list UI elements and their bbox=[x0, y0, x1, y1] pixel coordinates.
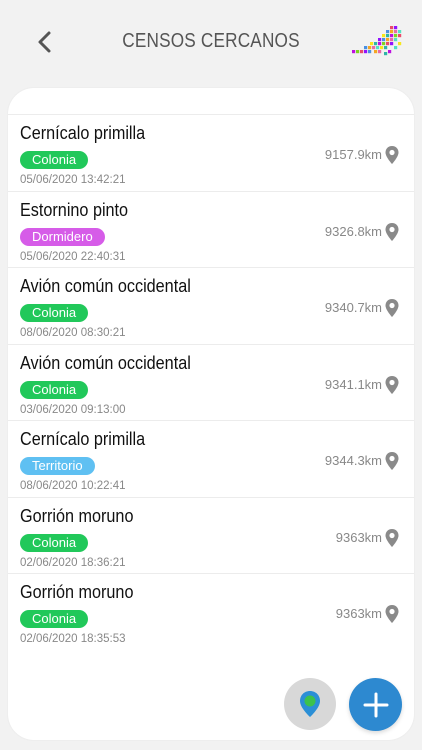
map-pin-icon bbox=[300, 691, 320, 717]
species-name: Avión común occidental bbox=[20, 352, 191, 373]
header: CENSOS CERCANOS bbox=[0, 0, 422, 86]
census-type-badge: Colonia bbox=[20, 304, 89, 322]
census-row[interactable]: Avión común occidental Colonia 03/06/2020 … bbox=[8, 343, 414, 421]
census-list-card: Cernícalo primilla Colonia 05/06/2020 13:4… bbox=[8, 88, 414, 740]
census-date: 08/06/2020 10:22:41 bbox=[20, 480, 126, 492]
canary-islands-mosaic-logo bbox=[352, 26, 402, 56]
census-date: 03/06/2020 09:13:00 bbox=[20, 403, 126, 416]
census-distance: 9340.7km bbox=[324, 300, 382, 315]
census-type-badge: Colonia bbox=[20, 533, 89, 552]
census-distance: 9344.3km bbox=[324, 453, 382, 468]
census-distance: 9157.9km bbox=[324, 147, 382, 162]
location-pin-icon bbox=[385, 146, 399, 164]
census-row[interactable]: Avión común occidental Colonia 08/06/2020 … bbox=[8, 267, 414, 344]
census-type-badge: Colonia bbox=[20, 380, 89, 399]
species-name: Avión común occidental bbox=[20, 276, 191, 296]
species-name: Estornino pinto bbox=[20, 199, 129, 220]
map-button[interactable] bbox=[284, 678, 336, 730]
census-type-badge: Dormidero bbox=[20, 227, 105, 246]
census-distance: 9326.8km bbox=[324, 223, 382, 239]
census-distance: 9363km bbox=[335, 529, 382, 545]
census-row[interactable]: Gorrión moruno Colonia 02/06/2020 18:36:21… bbox=[8, 496, 414, 574]
census-row[interactable]: Cernícalo primilla Colonia 05/06/2020 13:4… bbox=[8, 114, 414, 191]
location-pin-icon bbox=[385, 299, 399, 317]
census-type-badge: Colonia bbox=[20, 151, 89, 169]
location-pin-icon bbox=[385, 222, 399, 241]
species-name: Gorrión moruno bbox=[20, 505, 134, 526]
census-date: 02/06/2020 18:36:21 bbox=[20, 556, 126, 569]
census-date: 05/06/2020 22:40:31 bbox=[20, 250, 126, 263]
plus-icon bbox=[363, 692, 388, 717]
census-row[interactable]: Estornino pinto Dormidero 05/06/2020 22:40… bbox=[8, 190, 414, 268]
census-row[interactable]: Gorrión moruno Colonia 02/06/2020 18:35:53… bbox=[8, 573, 414, 650]
census-date: 08/06/2020 08:30:21 bbox=[20, 327, 126, 339]
census-distance: 9363km bbox=[335, 606, 382, 621]
census-date: 02/06/2020 18:35:53 bbox=[20, 633, 126, 645]
location-pin-icon bbox=[385, 375, 399, 394]
location-pin-icon bbox=[385, 605, 399, 623]
page-title: CENSOS CERCANOS bbox=[122, 30, 300, 52]
census-list: Cernícalo primilla Colonia 05/06/2020 13:4… bbox=[8, 114, 414, 650]
species-name: Gorrión moruno bbox=[20, 582, 134, 602]
census-row[interactable]: Cernícalo primilla Territorio 08/06/2020 1… bbox=[8, 420, 414, 497]
census-type-badge: Colonia bbox=[20, 610, 89, 628]
census-type-badge: Territorio bbox=[20, 457, 95, 475]
add-census-button[interactable] bbox=[349, 678, 402, 731]
location-pin-icon bbox=[385, 528, 399, 547]
species-name: Cernícalo primilla bbox=[20, 429, 146, 449]
census-date: 05/06/2020 13:42:21 bbox=[20, 174, 126, 186]
species-name: Cernícalo primilla bbox=[20, 123, 146, 143]
location-pin-icon bbox=[385, 452, 399, 470]
census-distance: 9341.1km bbox=[324, 376, 382, 392]
